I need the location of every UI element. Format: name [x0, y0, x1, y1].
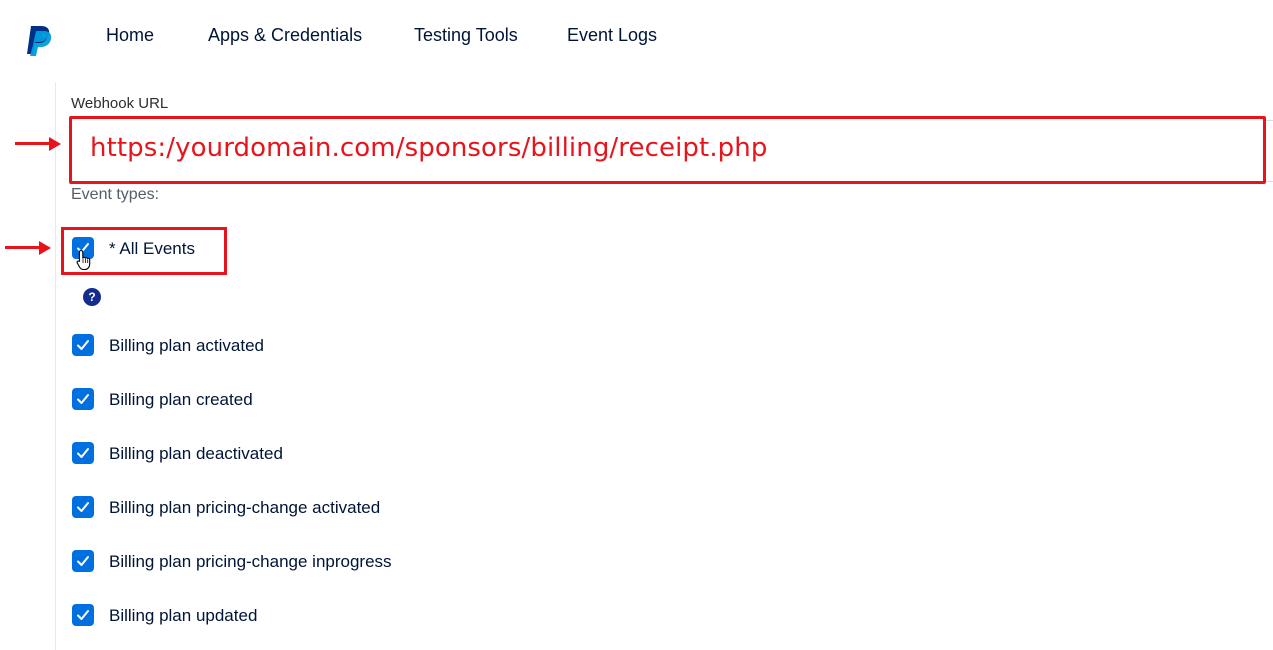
help-icon[interactable]: ? — [83, 288, 101, 306]
nav-home[interactable]: Home — [106, 25, 154, 46]
event-checkbox-billing-plan-deactivated[interactable] — [72, 442, 94, 464]
event-label-billing-plan-created: Billing plan created — [109, 390, 253, 409]
hand-cursor-icon — [76, 249, 94, 276]
check-icon — [77, 448, 89, 458]
nav-apps-credentials[interactable]: Apps & Credentials — [208, 25, 362, 46]
event-label-billing-plan-activated: Billing plan activated — [109, 336, 264, 355]
webhook-url-label: Webhook URL — [71, 95, 169, 112]
event-checkbox-billing-plan-created[interactable] — [72, 388, 94, 410]
event-checkbox-billing-plan-updated[interactable] — [72, 604, 94, 626]
top-navigation: Home Apps & Credentials Testing Tools Ev… — [0, 0, 1273, 72]
event-label-billing-plan-updated: Billing plan updated — [109, 606, 258, 625]
event-checkbox-billing-plan-pricing-change-inprogress[interactable] — [72, 550, 94, 572]
check-icon — [77, 556, 89, 566]
check-icon — [77, 394, 89, 404]
content-divider — [55, 82, 56, 650]
all-events-label: * All Events — [109, 239, 195, 258]
nav-testing-tools[interactable]: Testing Tools — [414, 25, 518, 46]
event-checkbox-billing-plan-activated[interactable] — [72, 334, 94, 356]
check-icon — [77, 610, 89, 620]
event-label-billing-plan-pricing-change-activated: Billing plan pricing-change activated — [109, 498, 381, 517]
webhook-url-input[interactable]: https:/yourdomain.com/sponsors/billing/r… — [69, 116, 1266, 184]
event-checkbox-billing-plan-pricing-change-activated[interactable] — [72, 496, 94, 518]
webhook-url-value: https:/yourdomain.com/sponsors/billing/r… — [90, 133, 768, 163]
event-label-billing-plan-deactivated: Billing plan deactivated — [109, 444, 283, 463]
paypal-logo-icon[interactable] — [24, 25, 54, 57]
nav-event-logs[interactable]: Event Logs — [567, 25, 657, 46]
event-types-label: Event types: — [71, 186, 160, 203]
check-icon — [77, 502, 89, 512]
event-label-billing-plan-pricing-change-inprogress: Billing plan pricing-change inprogress — [109, 552, 392, 571]
check-icon — [77, 340, 89, 350]
